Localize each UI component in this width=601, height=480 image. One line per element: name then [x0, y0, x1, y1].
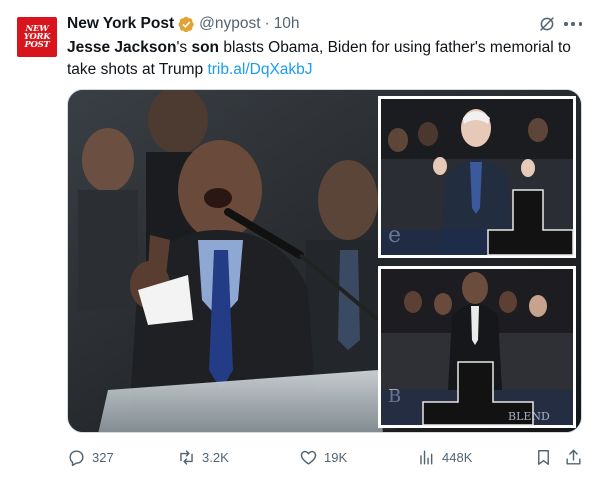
views-count: 448K: [442, 449, 473, 465]
podium-text-bottom: BLEND: [508, 410, 550, 423]
grok-icon[interactable]: [538, 15, 556, 33]
post-text-bold-son: son: [191, 39, 220, 56]
tweet: NEW YORK POST New York Post @nypost · 10…: [0, 0, 601, 480]
post-text-part-1: 's: [176, 39, 192, 56]
reply-button[interactable]: 327: [67, 446, 114, 468]
post-media[interactable]: e B BLEND: [67, 89, 582, 433]
repost-button[interactable]: 3.2K: [177, 446, 229, 468]
repost-count: 3.2K: [202, 449, 229, 465]
like-count: 19K: [324, 449, 348, 465]
tweet-header: New York Post @nypost · 10h: [67, 13, 300, 35]
post-text: Jesse Jackson's son blasts Obama, Biden …: [67, 37, 577, 81]
account-name[interactable]: New York Post: [67, 15, 174, 33]
bookmark-icon: [538, 449, 549, 465]
post-link[interactable]: trib.al/DqXakbJ: [207, 61, 312, 78]
bookmark-button[interactable]: [534, 446, 553, 468]
post-text-bold-name: Jesse Jackson: [67, 39, 177, 56]
share-icon: [566, 449, 581, 465]
reply-icon: [69, 449, 84, 466]
like-button[interactable]: 19K: [299, 446, 347, 468]
avatar-line-3: POST: [24, 40, 50, 50]
verified-badge-icon[interactable]: [178, 16, 195, 33]
more-options-icon[interactable]: [564, 17, 582, 31]
views-chart-icon: [420, 449, 433, 465]
views-button[interactable]: 448K: [417, 446, 472, 468]
photo-collage-image: e B BLEND: [68, 90, 581, 432]
reply-count: 327: [92, 449, 114, 465]
repost-icon: [180, 449, 193, 465]
action-bar: 327 3.2K 19K 448K: [67, 446, 587, 468]
account-handle[interactable]: @nypost: [199, 15, 260, 33]
heart-icon: [300, 450, 317, 465]
avatar[interactable]: NEW YORK POST: [17, 17, 57, 57]
share-button[interactable]: [564, 446, 583, 468]
separator-dot: ·: [264, 15, 270, 32]
post-time[interactable]: 10h: [274, 15, 300, 33]
